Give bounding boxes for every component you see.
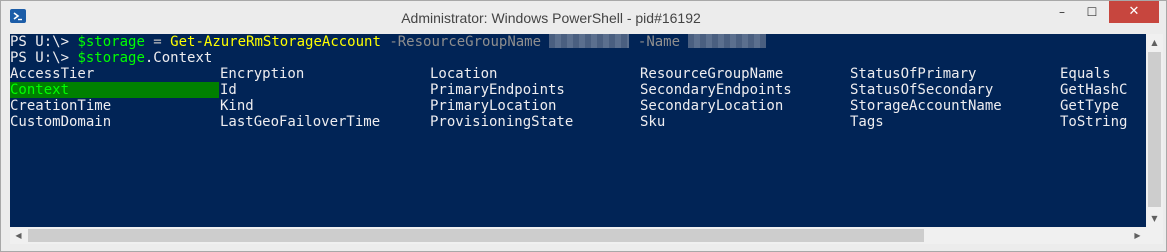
completion-item[interactable]: ResourceGroupName bbox=[640, 66, 783, 82]
completion-item[interactable]: SecondaryEndpoints bbox=[640, 82, 792, 98]
command-line-1: PS U:\> $storage = Get-AzureRmStorageAcc… bbox=[10, 34, 767, 50]
parameter-name: -Name bbox=[629, 34, 689, 50]
command-line-2: PS U:\> $storage.Context bbox=[10, 50, 212, 66]
vertical-scroll-thumb[interactable] bbox=[1148, 52, 1161, 207]
title-bar[interactable]: Administrator: Windows PowerShell - pid#… bbox=[1, 1, 1166, 33]
member-access: .Context bbox=[144, 50, 213, 66]
completion-item[interactable]: ToString bbox=[1060, 114, 1127, 130]
completion-item-selected[interactable]: Context bbox=[10, 82, 219, 98]
scroll-up-icon[interactable]: ▲ bbox=[1146, 34, 1163, 51]
minimize-button[interactable]: – bbox=[1048, 1, 1076, 23]
window-title: Administrator: Windows PowerShell - pid#… bbox=[401, 10, 701, 26]
vertical-scrollbar[interactable]: ▲ ▼ bbox=[1146, 34, 1163, 227]
completion-item[interactable]: Id bbox=[220, 82, 237, 98]
maximize-button[interactable]: ☐ bbox=[1078, 1, 1106, 23]
completion-item[interactable]: AccessTier bbox=[10, 66, 94, 82]
parameter-resource-group: -ResourceGroupName bbox=[380, 34, 550, 50]
completion-item[interactable]: Kind bbox=[220, 98, 254, 114]
scroll-left-icon[interactable]: ◀ bbox=[10, 227, 27, 244]
completion-item[interactable]: PrimaryEndpoints bbox=[430, 82, 565, 98]
close-button[interactable]: ✕ bbox=[1109, 1, 1159, 23]
completion-item[interactable]: Equals bbox=[1060, 66, 1111, 82]
prompt: PS U:\> bbox=[10, 50, 78, 66]
completion-item[interactable]: StatusOfSecondary bbox=[850, 82, 993, 98]
completion-item[interactable]: ProvisioningState bbox=[430, 114, 573, 130]
completion-item[interactable]: GetHashC bbox=[1060, 82, 1127, 98]
completion-item[interactable]: Location bbox=[430, 66, 497, 82]
console-output[interactable]: PS U:\> $storage = Get-AzureRmStorageAcc… bbox=[10, 34, 1146, 227]
scroll-down-icon[interactable]: ▼ bbox=[1146, 210, 1163, 227]
powershell-window: Administrator: Windows PowerShell - pid#… bbox=[0, 0, 1167, 252]
completion-item[interactable]: Sku bbox=[640, 114, 665, 130]
completion-item[interactable]: Tags bbox=[850, 114, 884, 130]
completion-item[interactable]: StatusOfPrimary bbox=[850, 66, 976, 82]
completion-item[interactable]: SecondaryLocation bbox=[640, 98, 783, 114]
redacted-value bbox=[688, 34, 767, 48]
assignment-operator: = bbox=[144, 34, 171, 50]
horizontal-scroll-thumb[interactable] bbox=[28, 229, 924, 242]
completion-item[interactable]: Encryption bbox=[220, 66, 304, 82]
completion-item[interactable]: LastGeoFailoverTime bbox=[220, 114, 380, 130]
completion-item[interactable]: CustomDomain bbox=[10, 114, 111, 130]
variable-storage: $storage bbox=[77, 34, 145, 50]
scroll-right-icon[interactable]: ▶ bbox=[1129, 227, 1146, 244]
completion-item[interactable]: CreationTime bbox=[10, 98, 111, 114]
variable-storage: $storage bbox=[77, 50, 145, 66]
completion-item[interactable]: StorageAccountName bbox=[850, 98, 1002, 114]
resize-grip[interactable] bbox=[1146, 227, 1163, 244]
completion-item[interactable]: GetType bbox=[1060, 98, 1119, 114]
redacted-value bbox=[549, 34, 630, 48]
completion-item[interactable]: PrimaryLocation bbox=[430, 98, 556, 114]
cmdlet-name: Get-AzureRmStorageAccount bbox=[170, 34, 381, 50]
prompt: PS U:\> bbox=[10, 34, 78, 50]
horizontal-scrollbar[interactable]: ◀ ▶ bbox=[10, 227, 1146, 244]
